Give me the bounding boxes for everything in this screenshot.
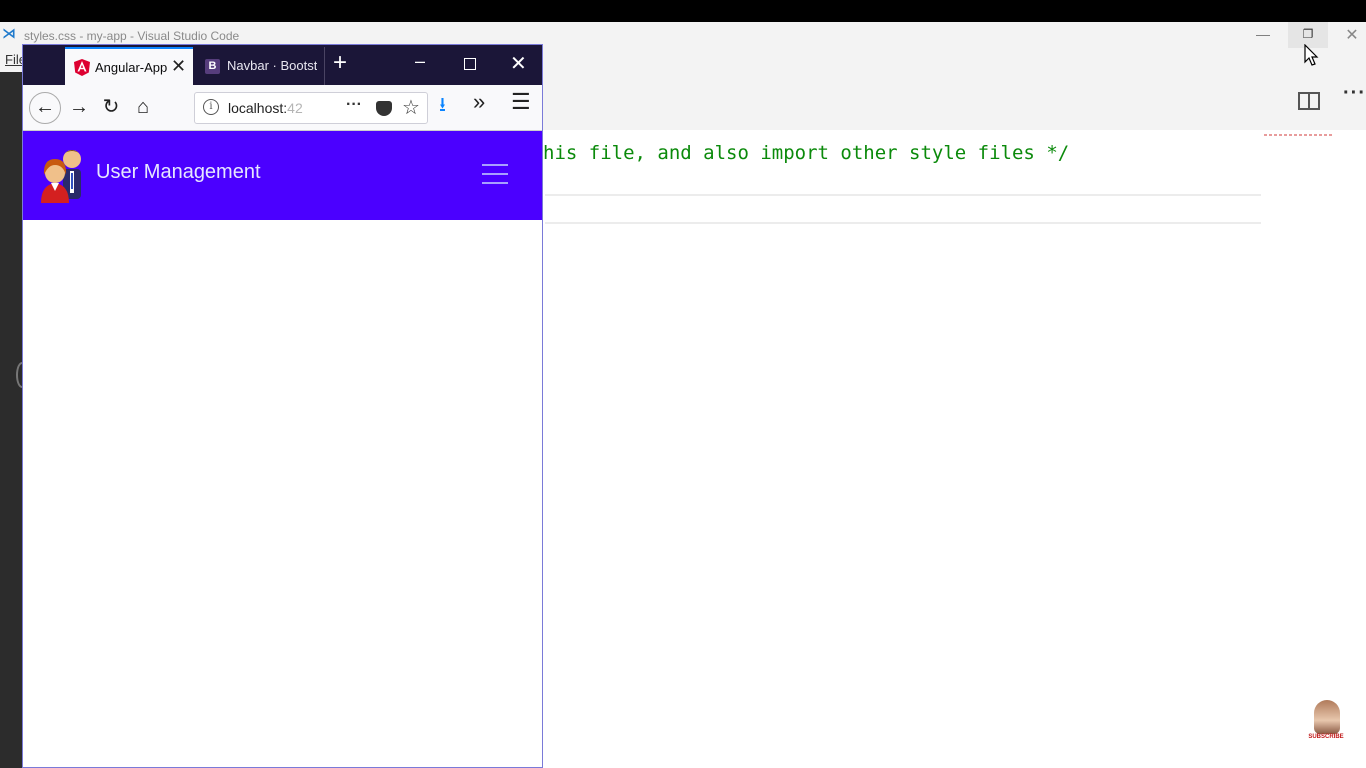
tab-bar: Angular-App ✕ B Navbar · Bootstr + – ✕: [23, 45, 542, 85]
url-bar[interactable]: i localhost:42 ··· ☆: [194, 92, 428, 124]
mouse-cursor-icon: [1304, 44, 1319, 66]
pocket-icon[interactable]: [376, 101, 392, 116]
more-actions-icon[interactable]: ···: [1343, 82, 1366, 105]
tab-navbar-bootstrap[interactable]: B Navbar · Bootstr: [195, 47, 325, 85]
url-text: localhost:42: [228, 100, 303, 116]
home-button[interactable]: ⌂: [129, 93, 157, 121]
vscode-window-title: styles.css - my-app - Visual Studio Code: [24, 29, 240, 43]
close-tab-icon[interactable]: ✕: [171, 56, 186, 77]
page-content: User Management: [23, 131, 542, 767]
app-navbar: User Management: [23, 131, 542, 220]
minimize-button[interactable]: –: [415, 51, 425, 72]
users-logo-icon[interactable]: [39, 147, 85, 203]
bookmark-star-icon[interactable]: ☆: [402, 95, 420, 120]
editor-line-highlight: [545, 194, 1261, 196]
tab-angular-app[interactable]: Angular-App ✕: [65, 47, 193, 85]
navbar-brand[interactable]: User Management: [96, 161, 261, 184]
site-info-icon[interactable]: i: [203, 99, 219, 115]
overflow-chevron-icon[interactable]: »: [473, 89, 485, 115]
vscode-activity-bar: [0, 72, 28, 768]
maximize-button[interactable]: [464, 58, 476, 70]
close-window-button[interactable]: ✕: [510, 51, 527, 76]
bootstrap-icon: B: [205, 59, 220, 74]
back-button[interactable]: ←: [29, 92, 61, 124]
firefox-window: Angular-App ✕ B Navbar · Bootstr + – ✕ ←…: [22, 44, 543, 768]
channel-avatar: [1314, 700, 1340, 734]
url-host: localhost:: [228, 100, 288, 116]
editor-line-highlight: [545, 222, 1261, 224]
navigation-toolbar: ← → ↻ ⌂ i localhost:42 ··· ☆ ⭳ » ☰: [23, 85, 542, 131]
page-actions-icon[interactable]: ···: [346, 96, 362, 114]
new-tab-button[interactable]: +: [333, 49, 347, 77]
tab-label: Angular-App: [95, 60, 168, 75]
download-icon[interactable]: ⭳: [439, 90, 446, 124]
angular-icon: [74, 59, 90, 76]
minimap-content: [1264, 134, 1334, 136]
vscode-logo-icon: ⋊: [2, 26, 16, 42]
subscribe-label: SUBSCRIBE: [1308, 734, 1344, 740]
vscode-minimize-button[interactable]: —: [1255, 26, 1271, 42]
hamburger-menu-icon[interactable]: ☰: [511, 89, 531, 115]
minimap[interactable]: [1262, 130, 1366, 768]
code-comment-line: his file, and also import other style fi…: [543, 142, 1070, 164]
navbar-toggler-icon[interactable]: [482, 163, 510, 187]
url-port: 42: [287, 100, 303, 116]
reload-button[interactable]: ↻: [97, 93, 125, 121]
tab-label: Navbar · Bootstr: [227, 58, 317, 73]
forward-button[interactable]: →: [65, 93, 93, 121]
subscribe-watermark: SUBSCRIBE: [1306, 700, 1346, 744]
vscode-close-button[interactable]: ✕: [1342, 25, 1362, 45]
split-editor-icon[interactable]: [1298, 92, 1320, 110]
